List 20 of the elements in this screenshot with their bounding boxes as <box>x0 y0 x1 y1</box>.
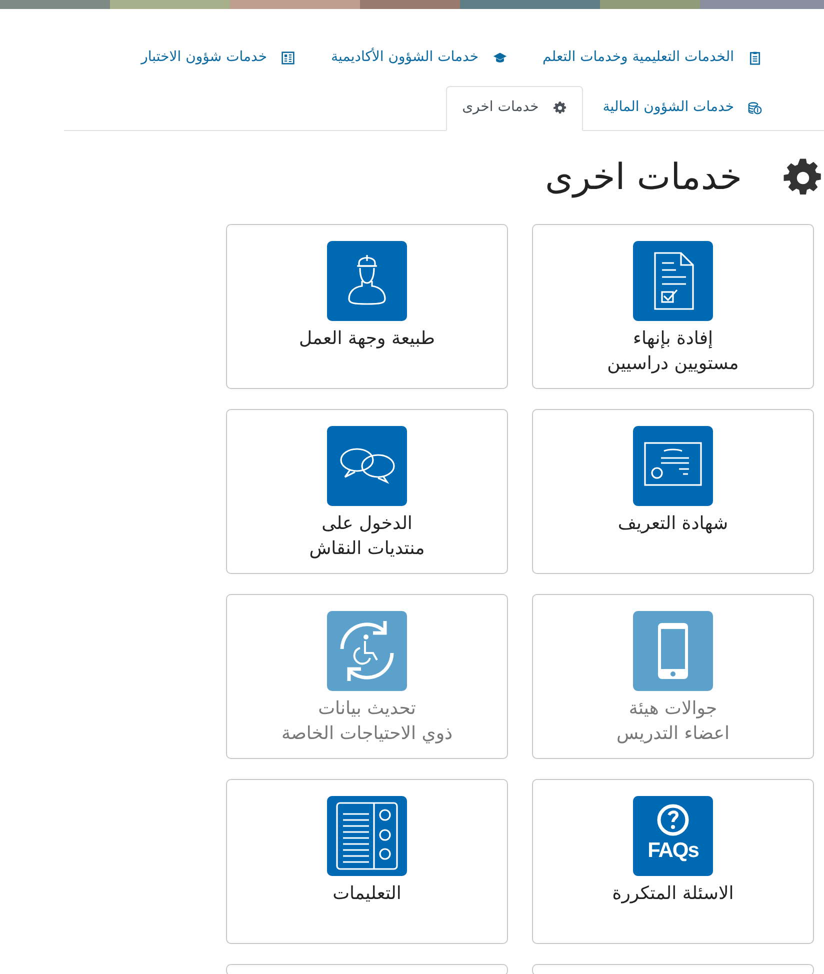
tab[interactable]: خدمات اخرى <box>446 86 583 131</box>
tab[interactable]: خدمات الشؤون الأكاديمية <box>315 36 523 81</box>
icon-label: FAQs <box>648 840 698 861</box>
faq-icon <box>656 803 690 837</box>
tab[interactable]: خدمات شؤون الاختبار <box>125 36 312 81</box>
tab[interactable]: الخدمات التعليمية وخدمات التعلم <box>526 36 778 81</box>
coins-icon <box>748 100 762 114</box>
tab[interactable]: خدمات الشؤون المالية <box>586 86 778 131</box>
clipboard-icon <box>748 50 762 64</box>
service-card[interactable] <box>226 964 508 974</box>
service-card[interactable]: الدخول على منتديات النقاش <box>226 409 508 574</box>
service-card[interactable]: شهادة التعريف <box>532 409 814 574</box>
service-card[interactable]: التعليمات <box>226 779 508 944</box>
service-card[interactable]: إفادة بإنهاء مستويين دراسيين <box>532 224 814 389</box>
service-card[interactable] <box>532 964 814 974</box>
service-card[interactable]: طبيعة وجهة العمل <box>226 224 508 389</box>
page-title: خدمات اخرى <box>544 156 742 200</box>
document-list-icon <box>281 50 296 64</box>
settings-icon <box>552 100 567 114</box>
graduation-cap-icon <box>492 50 507 64</box>
